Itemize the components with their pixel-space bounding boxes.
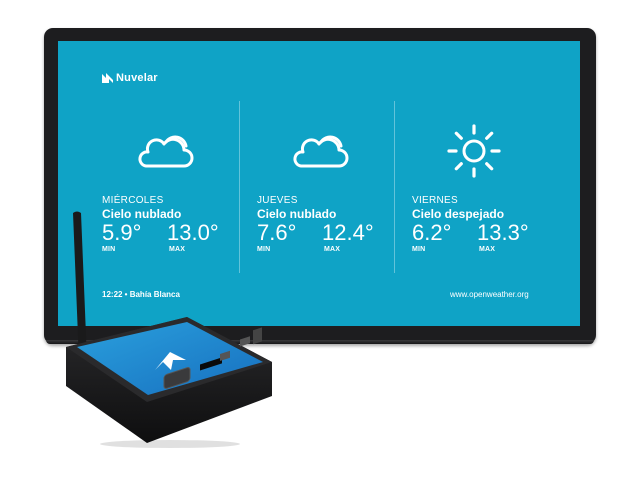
max-label: MAX xyxy=(324,246,341,253)
forecast-day-3: VIERNES Cielo despejado 6.2° 13.3° MIN M… xyxy=(412,41,562,253)
day-name: VIERNES xyxy=(412,195,459,206)
media-player-device xyxy=(66,211,272,448)
cloud-icon xyxy=(138,135,194,168)
column-divider xyxy=(394,101,395,273)
min-label: MIN xyxy=(412,246,426,253)
temp-max: 12.4° xyxy=(322,220,374,245)
data-source: www.openweather.org xyxy=(450,290,529,299)
day-name: MIÉRCOLES xyxy=(102,195,164,206)
temp-min: 6.2° xyxy=(412,220,452,245)
max-label: MAX xyxy=(479,246,496,253)
cloud-icon xyxy=(293,135,349,168)
temp-max: 13.3° xyxy=(477,220,529,245)
usb-port xyxy=(253,327,262,345)
weather-condition: Cielo despejado xyxy=(412,207,505,221)
sun-icon xyxy=(447,124,501,178)
usb-port xyxy=(240,336,250,347)
day-name: JUEVES xyxy=(257,195,298,206)
